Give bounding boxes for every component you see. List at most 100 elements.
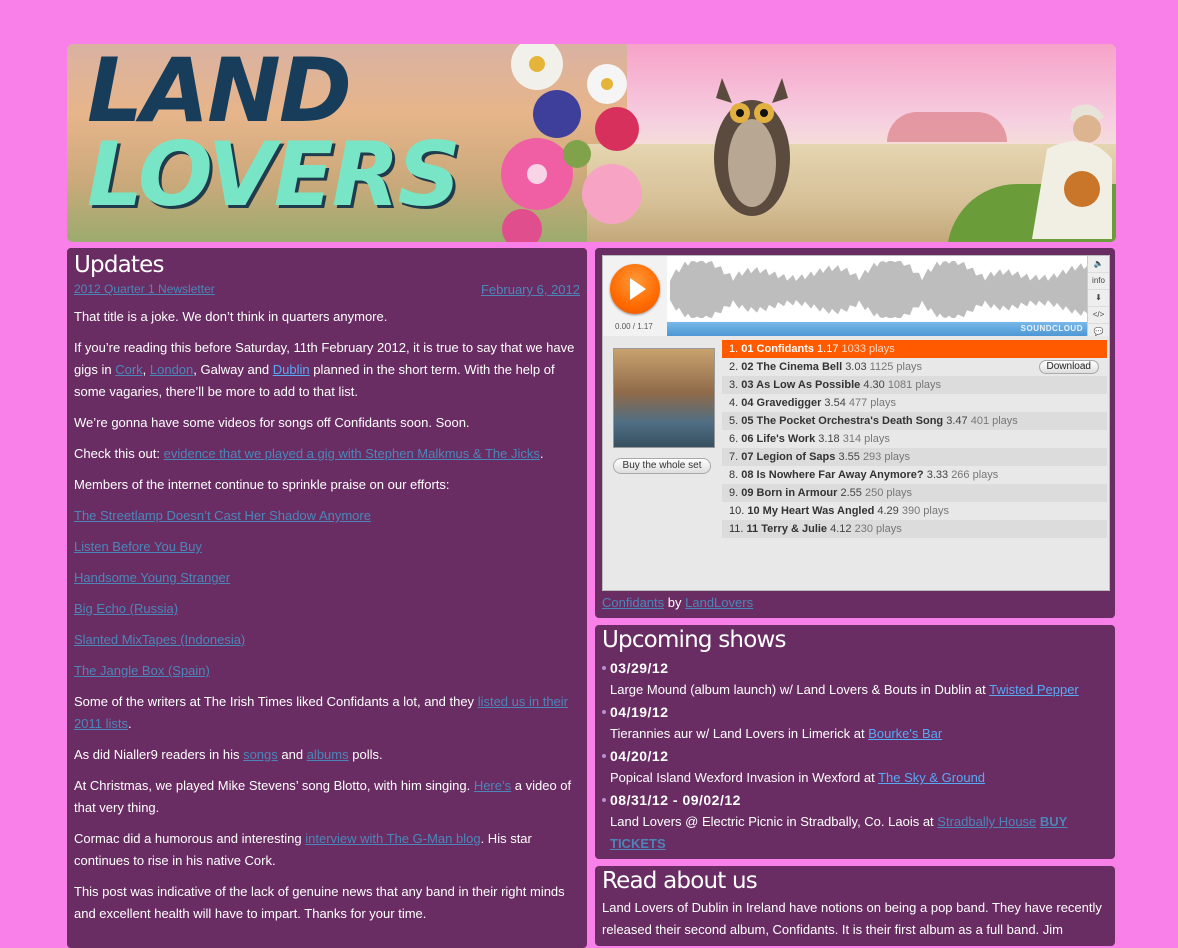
download-icon[interactable]: ⬇ bbox=[1088, 290, 1109, 307]
praise-link[interactable]: The Jangle Box (Spain) bbox=[74, 663, 210, 678]
player-side-controls: 🔈 info ⬇ </> 💬 bbox=[1087, 256, 1109, 341]
track-row[interactable]: 2. 02 The Cinema Bell 3.03 1125 plays Dow… bbox=[722, 358, 1107, 376]
waveform[interactable] bbox=[670, 260, 1088, 322]
text-span: . bbox=[127, 716, 132, 731]
show-date: 04/19/12 bbox=[610, 704, 669, 720]
track-name: 05 The Pocket Orchestra's Death Song bbox=[741, 415, 944, 427]
artist-link[interactable]: LandLovers bbox=[685, 595, 753, 610]
download-button[interactable]: Download bbox=[1038, 360, 1099, 374]
man-illustration bbox=[1032, 104, 1112, 239]
blotto-video-link[interactable]: Here’s bbox=[474, 778, 511, 793]
venue-link[interactable]: Stradbally House bbox=[937, 814, 1036, 829]
album-link[interactable]: Confidants bbox=[602, 595, 664, 610]
track-plays: 401 plays bbox=[970, 415, 1018, 427]
post-paragraph: Some of the writers at The Irish Times l… bbox=[74, 691, 582, 735]
london-link[interactable]: London bbox=[150, 362, 193, 377]
track-plays: 230 plays bbox=[854, 523, 902, 535]
post-body: That title is a joke. We don’t think in … bbox=[74, 306, 582, 934]
track-number: 8. bbox=[729, 469, 739, 481]
track-row[interactable]: 6. 06 Life's Work 3.18 314 plays bbox=[722, 430, 1107, 448]
track-row[interactable]: 7. 07 Legion of Saps 3.55 293 plays bbox=[722, 448, 1107, 466]
info-button[interactable]: info bbox=[1088, 273, 1109, 290]
track-number: 9. bbox=[729, 487, 739, 499]
track-number: 6. bbox=[729, 433, 739, 445]
dublin-link[interactable]: Dublin bbox=[273, 362, 310, 377]
show-date: 04/20/12 bbox=[610, 748, 669, 764]
flowers-illustration bbox=[501, 44, 642, 242]
songs-poll-link[interactable]: songs bbox=[243, 747, 278, 762]
track-duration: 3.54 bbox=[824, 397, 846, 409]
venue-link[interactable]: Twisted Pepper bbox=[989, 682, 1079, 697]
track-name: 07 Legion of Saps bbox=[741, 451, 836, 463]
track-number: 3. bbox=[729, 379, 739, 391]
track-duration: 1.17 bbox=[817, 343, 839, 355]
text-span: , bbox=[142, 362, 150, 377]
post-paragraph: As did Nialler9 readers in his songs and… bbox=[74, 744, 582, 766]
site-banner[interactable]: LAND LOVERS bbox=[67, 44, 1116, 242]
track-row[interactable]: 10. 10 My Heart Was Angled 4.29 390 play… bbox=[722, 502, 1107, 520]
track-number: 5. bbox=[729, 415, 739, 427]
track-plays: 1125 plays bbox=[869, 361, 923, 373]
track-duration: 4.30 bbox=[863, 379, 885, 391]
text-span: , Galway and bbox=[193, 362, 273, 377]
track-name: 10 My Heart Was Angled bbox=[747, 505, 875, 517]
track-number: 7. bbox=[729, 451, 739, 463]
post-paragraph: We’re gonna have some videos for songs o… bbox=[74, 415, 470, 430]
volume-icon[interactable]: 🔈 bbox=[1088, 256, 1109, 273]
owl-illustration bbox=[714, 78, 790, 216]
praise-link[interactable]: Big Echo (Russia) bbox=[74, 601, 178, 616]
updates-panel: Updates 2012 Quarter 1 Newsletter Februa… bbox=[67, 248, 587, 948]
album-cover[interactable] bbox=[613, 348, 715, 448]
text-span: Cormac did a humorous and interesting bbox=[74, 831, 306, 846]
track-name: 01 Confidants bbox=[741, 343, 814, 355]
text-span: and bbox=[277, 747, 307, 762]
track-row[interactable]: 5. 05 The Pocket Orchestra's Death Song … bbox=[722, 412, 1107, 430]
track-duration: 3.55 bbox=[838, 451, 860, 463]
track-row[interactable]: 1. 01 Confidants 1.17 1033 plays bbox=[722, 340, 1107, 358]
show-item: 03/29/12 Large Mound (album launch) w/ L… bbox=[602, 657, 1107, 701]
play-button[interactable] bbox=[610, 264, 660, 314]
track-name: 09 Born in Armour bbox=[741, 487, 838, 499]
track-row[interactable]: 8. 08 Is Nowhere Far Away Anymore? 3.33 … bbox=[722, 466, 1107, 484]
track-duration: 3.18 bbox=[818, 433, 840, 445]
praise-link[interactable]: Handsome Young Stranger bbox=[74, 570, 230, 585]
praise-item: The Jangle Box (Spain) bbox=[74, 660, 582, 682]
venue-link[interactable]: The Sky & Ground bbox=[878, 770, 985, 785]
embed-icon[interactable]: </> bbox=[1088, 307, 1109, 324]
track-duration: 3.47 bbox=[946, 415, 968, 427]
buy-whole-set-button[interactable]: Buy the whole set bbox=[613, 458, 711, 474]
show-date: 08/31/12 - 09/02/12 bbox=[610, 792, 741, 808]
about-text: Land Lovers of Dublin in Ireland have no… bbox=[602, 900, 1102, 937]
venue-link[interactable]: Bourke's Bar bbox=[868, 726, 942, 741]
soundcloud-logo[interactable]: SOUNDCLOUD bbox=[1021, 324, 1083, 333]
gman-interview-link[interactable]: interview with The G-Man blog bbox=[305, 831, 480, 846]
malkmus-gig-link[interactable]: evidence that we played a gig with Steph… bbox=[164, 446, 540, 461]
post-title-link[interactable]: 2012 Quarter 1 Newsletter bbox=[74, 282, 215, 296]
track-number: 1. bbox=[729, 343, 739, 355]
albums-poll-link[interactable]: albums bbox=[307, 747, 349, 762]
post-paragraph: Members of the internet continue to spri… bbox=[74, 477, 450, 492]
comment-icon[interactable]: 💬 bbox=[1088, 324, 1109, 341]
post-date-link[interactable]: February 6, 2012 bbox=[481, 282, 580, 297]
track-number: 2. bbox=[729, 361, 739, 373]
track-number: 4. bbox=[729, 397, 739, 409]
shows-panel: Upcoming shows 03/29/12 Large Mound (alb… bbox=[595, 625, 1115, 859]
praise-link[interactable]: Listen Before You Buy bbox=[74, 539, 202, 554]
track-plays: 390 plays bbox=[901, 505, 949, 517]
track-row[interactable]: 3. 03 As Low As Possible 4.30 1081 plays bbox=[722, 376, 1107, 394]
shows-list: 03/29/12 Large Mound (album launch) w/ L… bbox=[602, 657, 1107, 855]
site-logo: LAND LOVERS bbox=[87, 47, 461, 219]
cork-link[interactable]: Cork bbox=[115, 362, 142, 377]
track-number: 10. bbox=[729, 505, 745, 517]
praise-link[interactable]: The Streetlamp Doesn’t Cast Her Shadow A… bbox=[74, 508, 371, 523]
progress-bar[interactable]: SOUNDCLOUD bbox=[667, 322, 1088, 336]
track-row[interactable]: 4. 04 Gravedigger 3.54 477 plays bbox=[722, 394, 1107, 412]
track-row[interactable]: 11. 11 Terry & Julie 4.12 230 plays bbox=[722, 520, 1107, 538]
track-plays: 250 plays bbox=[864, 487, 913, 499]
praise-link[interactable]: Slanted MixTapes (Indonesia) bbox=[74, 632, 245, 647]
post-paragraph: This post was indicative of the lack of … bbox=[74, 884, 565, 921]
show-item: 04/19/12 Tierannies aur w/ Land Lovers i… bbox=[602, 701, 1107, 745]
soundcloud-player: 0.00 / 1.17 SOUNDCLOUD 🔈 info ⬇ </> 💬 Bu… bbox=[602, 255, 1110, 591]
track-row[interactable]: 9. 09 Born in Armour 2.55 250 plays bbox=[722, 484, 1107, 502]
shows-heading: Upcoming shows bbox=[602, 627, 786, 653]
